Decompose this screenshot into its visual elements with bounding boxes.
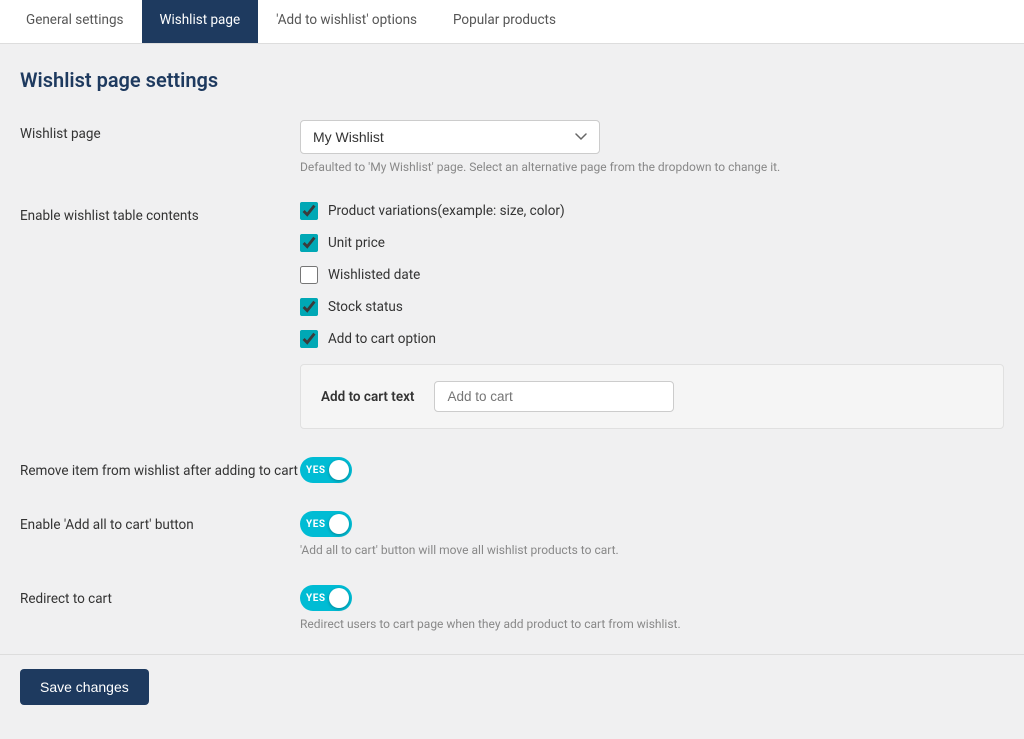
remove-item-toggle-track: YES [300,457,352,483]
add-all-to-cart-toggle-yes-label: YES [306,519,325,530]
add-all-to-cart-hint: 'Add all to cart' button will move all w… [300,543,1004,557]
add-to-cart-box-label: Add to cart text [321,389,414,405]
checkbox-add-to-cart-option-label: Add to cart option [328,331,436,347]
add-all-to-cart-toggle-wrapper: YES [300,511,1004,537]
redirect-to-cart-row: Redirect to cart YES Redirect users to c… [20,585,1004,631]
checkbox-add-to-cart-option[interactable]: Add to cart option [300,330,1004,348]
checkbox-unit-price[interactable]: Unit price [300,234,1004,252]
tabs-bar: General settings Wishlist page 'Add to w… [0,0,1024,44]
redirect-to-cart-label: Redirect to cart [20,585,300,607]
main-content: Wishlist page settings Wishlist page My … [0,44,1024,739]
checkbox-product-variations[interactable]: Product variations(example: size, color) [300,202,1004,220]
redirect-to-cart-toggle-yes-label: YES [306,593,325,604]
remove-item-toggle-wrapper: YES [300,457,1004,483]
remove-item-row: Remove item from wishlist after adding t… [20,457,1004,483]
tab-add-to-wishlist-options[interactable]: 'Add to wishlist' options [258,0,435,43]
redirect-to-cart-toggle-track: YES [300,585,352,611]
tab-popular-products[interactable]: Popular products [435,0,574,43]
redirect-to-cart-toggle-knob [329,588,349,608]
add-all-to-cart-toggle[interactable]: YES [300,511,352,537]
redirect-to-cart-hint: Redirect users to cart page when they ad… [300,617,1004,631]
checkbox-product-variations-input[interactable] [300,202,318,220]
checkbox-unit-price-input[interactable] [300,234,318,252]
add-all-to-cart-control: YES 'Add all to cart' button will move a… [300,511,1004,557]
table-contents-control: Product variations(example: size, color)… [300,202,1004,429]
redirect-to-cart-control: YES Redirect users to cart page when the… [300,585,1004,631]
checkbox-wishlisted-date[interactable]: Wishlisted date [300,266,1004,284]
add-all-to-cart-toggle-track: YES [300,511,352,537]
remove-item-toggle-knob [329,460,349,480]
checkbox-add-to-cart-option-input[interactable] [300,330,318,348]
page-title: Wishlist page settings [20,68,1004,92]
wishlist-page-label: Wishlist page [20,120,300,142]
add-all-to-cart-toggle-knob [329,514,349,534]
add-all-to-cart-row: Enable 'Add all to cart' button YES 'Add… [20,511,1004,557]
tab-general-settings[interactable]: General settings [8,0,142,43]
add-to-cart-text-box: Add to cart text [300,364,1004,429]
checkbox-group: Product variations(example: size, color)… [300,202,1004,348]
remove-item-toggle-yes-label: YES [306,465,325,476]
save-changes-button[interactable]: Save changes [20,669,149,705]
footer-bar: Save changes [0,654,1024,719]
wishlist-page-control: My Wishlist Custom Page 1 Custom Page 2 … [300,120,1004,174]
add-all-to-cart-label: Enable 'Add all to cart' button [20,511,300,533]
redirect-to-cart-toggle-wrapper: YES [300,585,1004,611]
checkbox-product-variations-label: Product variations(example: size, color) [328,203,565,219]
table-contents-label: Enable wishlist table contents [20,202,300,224]
checkbox-stock-status-label: Stock status [328,299,403,315]
table-contents-row: Enable wishlist table contents Product v… [20,202,1004,429]
tab-wishlist-page[interactable]: Wishlist page [142,0,259,43]
checkbox-stock-status-input[interactable] [300,298,318,316]
wishlist-page-hint: Defaulted to 'My Wishlist' page. Select … [300,160,1004,174]
add-to-cart-text-input[interactable] [434,381,674,412]
checkbox-wishlisted-date-label: Wishlisted date [328,267,420,283]
wishlist-page-row: Wishlist page My Wishlist Custom Page 1 … [20,120,1004,174]
remove-item-label: Remove item from wishlist after adding t… [20,457,300,479]
checkbox-stock-status[interactable]: Stock status [300,298,1004,316]
wishlist-page-dropdown[interactable]: My Wishlist Custom Page 1 Custom Page 2 [300,120,600,154]
redirect-to-cart-toggle[interactable]: YES [300,585,352,611]
remove-item-control: YES [300,457,1004,483]
checkbox-unit-price-label: Unit price [328,235,385,251]
checkbox-wishlisted-date-input[interactable] [300,266,318,284]
remove-item-toggle[interactable]: YES [300,457,352,483]
